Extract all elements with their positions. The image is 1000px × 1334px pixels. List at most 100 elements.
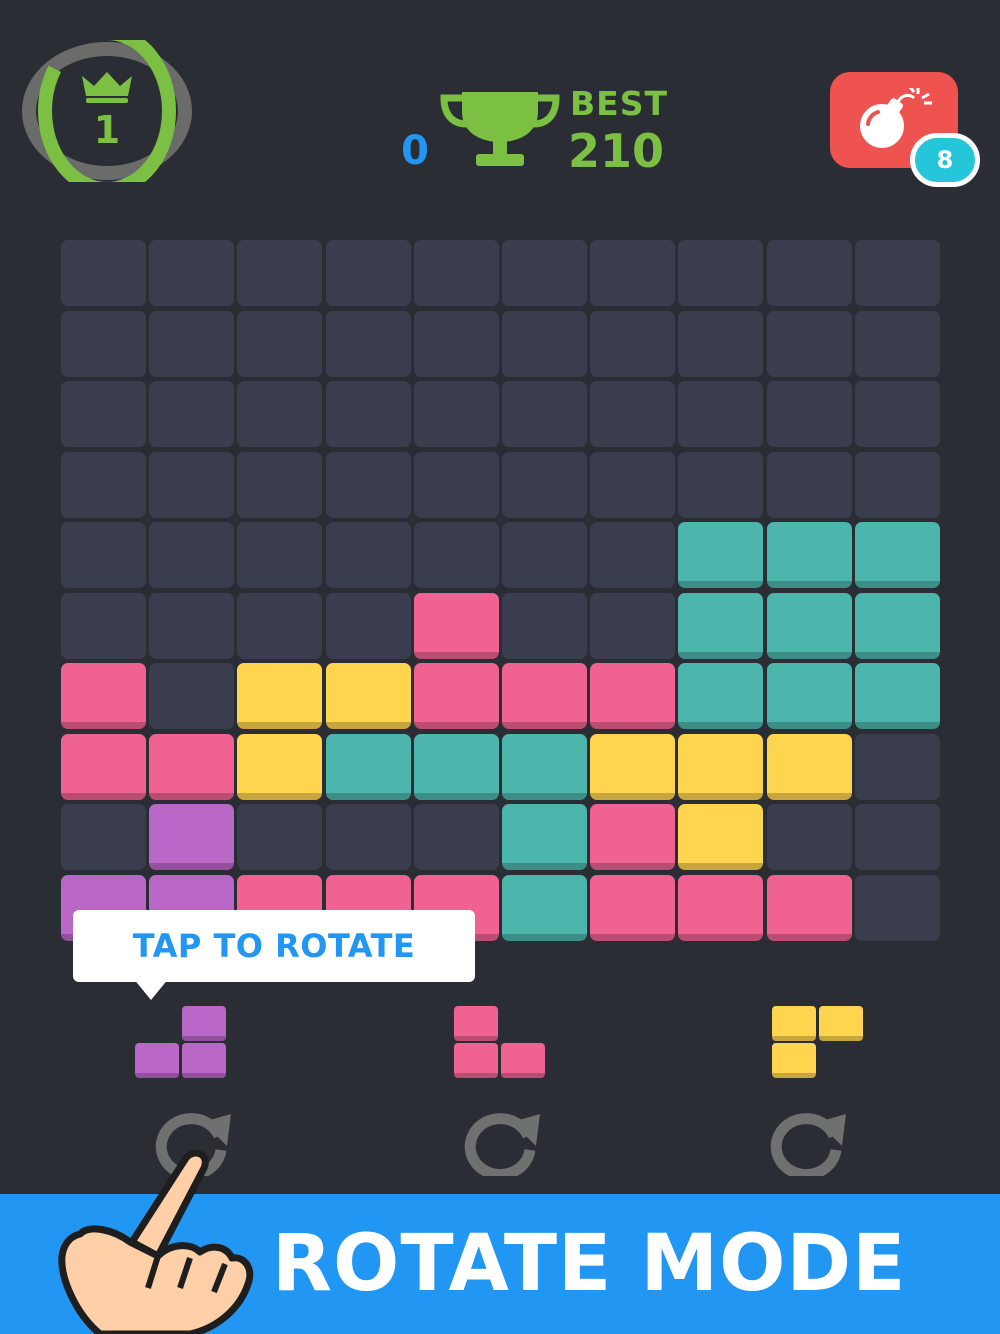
board-block-pink <box>61 663 146 729</box>
board-block-teal <box>678 663 764 729</box>
board-cell-empty <box>413 240 499 306</box>
best-score: 210 <box>568 124 665 178</box>
board-cell-empty <box>413 310 499 377</box>
piece-block-yellow <box>772 1043 816 1078</box>
board-block-pink <box>149 733 235 800</box>
board-block-pink <box>766 874 852 941</box>
board-block-teal <box>766 592 852 659</box>
board-cell-empty <box>590 522 676 588</box>
board-block-pink <box>678 874 764 941</box>
board-cell-empty <box>590 240 676 306</box>
piece-tray-slot-2[interactable] <box>454 1006 546 1078</box>
board-cell-empty <box>325 804 411 870</box>
board-cell-empty <box>325 310 411 377</box>
board-block-teal <box>678 522 764 588</box>
best-label: BEST <box>570 84 668 123</box>
board-cell-empty <box>61 451 146 518</box>
board-block-pink <box>502 663 587 729</box>
board-block-teal <box>854 592 940 659</box>
board-block-pink <box>590 874 676 941</box>
board-cell-empty <box>854 310 940 377</box>
board-cell-empty <box>61 381 146 447</box>
rotate-icon[interactable] <box>462 1110 542 1176</box>
board-cell-empty <box>149 310 235 377</box>
board-cell-empty <box>854 874 940 941</box>
board-cell-empty <box>413 522 499 588</box>
board-block-teal <box>766 522 852 588</box>
board-cell-empty <box>590 592 676 659</box>
board-block-yellow <box>325 663 411 729</box>
game-board[interactable] <box>61 240 940 942</box>
board-cell-empty <box>61 522 146 588</box>
board-cell-empty <box>678 310 764 377</box>
board-cell-empty <box>502 522 587 588</box>
piece-tray-slot-3[interactable] <box>772 1006 864 1078</box>
board-cell-empty <box>502 240 587 306</box>
board-cell-empty <box>149 240 235 306</box>
board-cell-empty <box>502 310 587 377</box>
board-cell-empty <box>413 804 499 870</box>
board-cell-empty <box>325 381 411 447</box>
board-cell-empty <box>237 592 323 659</box>
board-block-pink <box>590 804 676 870</box>
tooltip-text: TAP TO ROTATE <box>132 927 416 965</box>
board-block-teal <box>413 733 499 800</box>
board-cell-empty <box>854 451 940 518</box>
board-cell-empty <box>678 451 764 518</box>
board-cell-empty <box>237 381 323 447</box>
board-block-pink <box>590 663 676 729</box>
board-cell-empty <box>590 310 676 377</box>
board-block-teal <box>854 663 940 729</box>
board-cell-empty <box>237 310 323 377</box>
board-cell-empty <box>590 381 676 447</box>
board-cell-empty <box>766 381 852 447</box>
rotate-icon[interactable] <box>768 1110 848 1176</box>
board-cell-empty <box>149 522 235 588</box>
piece-block-purple <box>182 1043 226 1078</box>
board-cell-empty <box>325 240 411 306</box>
board-cell-empty <box>149 381 235 447</box>
board-block-yellow <box>766 733 852 800</box>
board-cell-empty <box>149 451 235 518</box>
crown-icon <box>82 72 132 103</box>
level-number: 1 <box>93 108 121 152</box>
board-block-teal <box>502 804 587 870</box>
board-block-teal <box>854 522 940 588</box>
board-cell-empty <box>678 240 764 306</box>
board-cell-empty <box>854 733 940 800</box>
board-block-yellow <box>678 804 764 870</box>
piece-block-pink <box>454 1006 498 1041</box>
board-cell-empty <box>766 804 852 870</box>
piece-block-pink <box>454 1043 498 1078</box>
board-cell-empty <box>766 310 852 377</box>
board-cell-empty <box>854 381 940 447</box>
current-score: 0 <box>401 128 429 174</box>
board-cell-empty <box>149 663 235 729</box>
board-cell-empty <box>325 592 411 659</box>
board-cell-empty <box>413 451 499 518</box>
board-cell-empty <box>766 451 852 518</box>
board-block-purple <box>149 804 235 870</box>
board-block-yellow <box>237 663 323 729</box>
board-cell-empty <box>854 240 940 306</box>
board-cell-empty <box>237 522 323 588</box>
board-block-teal <box>678 592 764 659</box>
mode-title: ROTATE MODE <box>272 1219 907 1309</box>
board-cell-empty <box>237 240 323 306</box>
board-block-yellow <box>590 733 676 800</box>
piece-block-yellow <box>819 1006 863 1041</box>
piece-tray-slot-1[interactable] <box>135 1006 227 1078</box>
board-cell-empty <box>149 592 235 659</box>
board-cell-empty <box>502 592 587 659</box>
board-cell-empty <box>854 804 940 870</box>
board-block-teal <box>325 733 411 800</box>
board-block-yellow <box>678 733 764 800</box>
piece-block-pink <box>501 1043 545 1078</box>
board-block-yellow <box>237 733 323 800</box>
board-block-pink <box>413 592 499 659</box>
board-block-teal <box>502 874 587 941</box>
piece-block-yellow <box>772 1006 816 1041</box>
board-cell-empty <box>325 522 411 588</box>
board-cell-empty <box>590 451 676 518</box>
board-cell-empty <box>61 310 146 377</box>
